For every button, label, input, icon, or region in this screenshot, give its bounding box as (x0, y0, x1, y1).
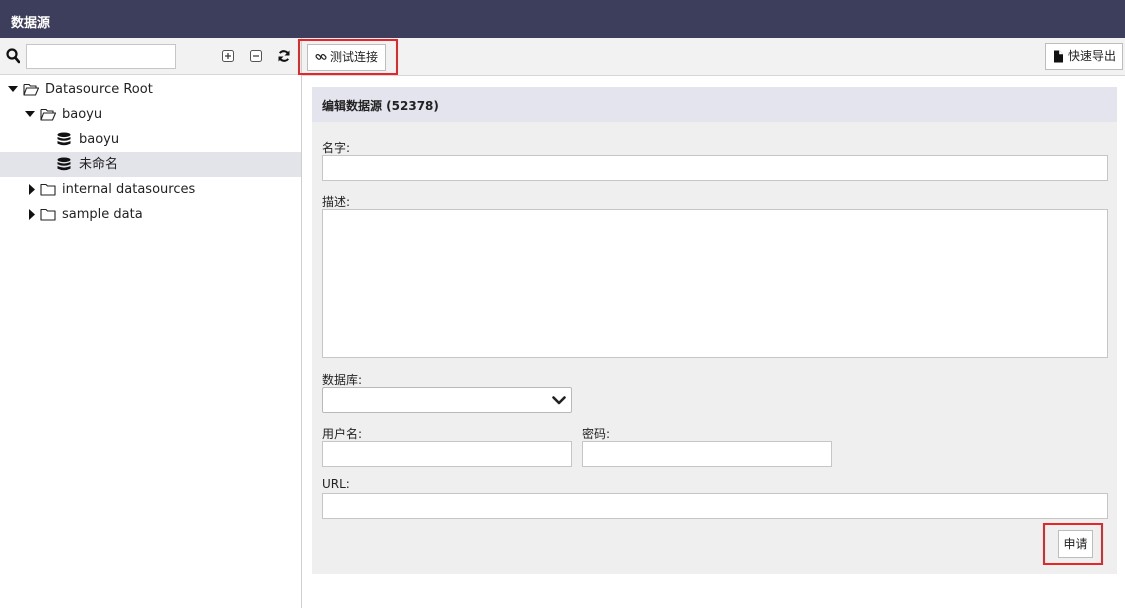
password-input[interactable] (582, 441, 832, 467)
editor-toolbar: 测试连接 快速导出 (302, 38, 1125, 76)
tree-item-baoyu-datasource[interactable]: baoyu (0, 127, 301, 152)
collapse-all-icon[interactable] (249, 49, 263, 63)
database-icon (57, 157, 71, 171)
tree-item-sample-data[interactable]: sample data (0, 202, 301, 227)
password-label: 密码: (582, 427, 611, 441)
caret-down-icon[interactable] (25, 102, 35, 127)
tree-search-input[interactable] (26, 44, 176, 69)
tree-item-label: internal datasources (62, 182, 196, 197)
apply-button[interactable]: 申请 (1058, 530, 1093, 558)
caret-right-icon[interactable] (27, 177, 37, 202)
tree-item-internal-datasources[interactable]: internal datasources (0, 177, 301, 202)
caret-right-icon[interactable] (27, 202, 37, 227)
tree-item-label: 未命名 (79, 157, 119, 172)
chevron-down-icon (552, 396, 566, 405)
quick-export-label: 快速导出 (1068, 49, 1117, 63)
datasource-tree: Datasource Root baoyu baoyu 未命名 internal… (0, 77, 301, 227)
quick-export-button[interactable]: 快速导出 (1045, 43, 1123, 70)
url-input[interactable] (322, 493, 1108, 519)
tree-item-baoyu-folder[interactable]: baoyu (0, 102, 301, 127)
test-connection-button[interactable]: 测试连接 (307, 44, 387, 71)
folder-open-icon (23, 83, 39, 96)
folder-icon (40, 183, 56, 196)
tree-item-datasource-root[interactable]: Datasource Root (0, 77, 301, 102)
file-icon (1054, 50, 1063, 63)
panel-title: 编辑数据源 (52378) (312, 87, 1117, 122)
tree-item-label: sample data (62, 207, 143, 222)
tree-toolbar (0, 38, 301, 75)
folder-icon (40, 208, 56, 221)
database-select[interactable] (322, 387, 572, 413)
folder-open-icon (40, 108, 56, 121)
description-textarea[interactable] (322, 209, 1108, 358)
expand-all-icon[interactable] (221, 49, 235, 63)
tree-item-label: baoyu (62, 107, 103, 122)
description-label: 描述: (322, 195, 351, 209)
tree-item-label: Datasource Root (45, 82, 153, 97)
database-label: 数据库: (322, 373, 363, 387)
refresh-icon[interactable] (277, 49, 291, 63)
window-title: 数据源 (0, 0, 1125, 38)
pane-divider[interactable] (301, 38, 302, 608)
caret-down-icon[interactable] (8, 77, 18, 102)
link-icon (315, 53, 327, 60)
tree-item-label: baoyu (79, 132, 120, 147)
database-icon (57, 132, 71, 146)
test-connection-label: 测试连接 (330, 50, 379, 64)
name-label: 名字: (322, 141, 351, 155)
tree-item-unnamed-datasource[interactable]: 未命名 (0, 152, 301, 177)
url-label: URL: (322, 477, 350, 491)
username-label: 用户名: (322, 427, 363, 441)
username-input[interactable] (322, 441, 572, 467)
name-input[interactable] (322, 155, 1108, 181)
search-icon[interactable] (6, 48, 20, 64)
